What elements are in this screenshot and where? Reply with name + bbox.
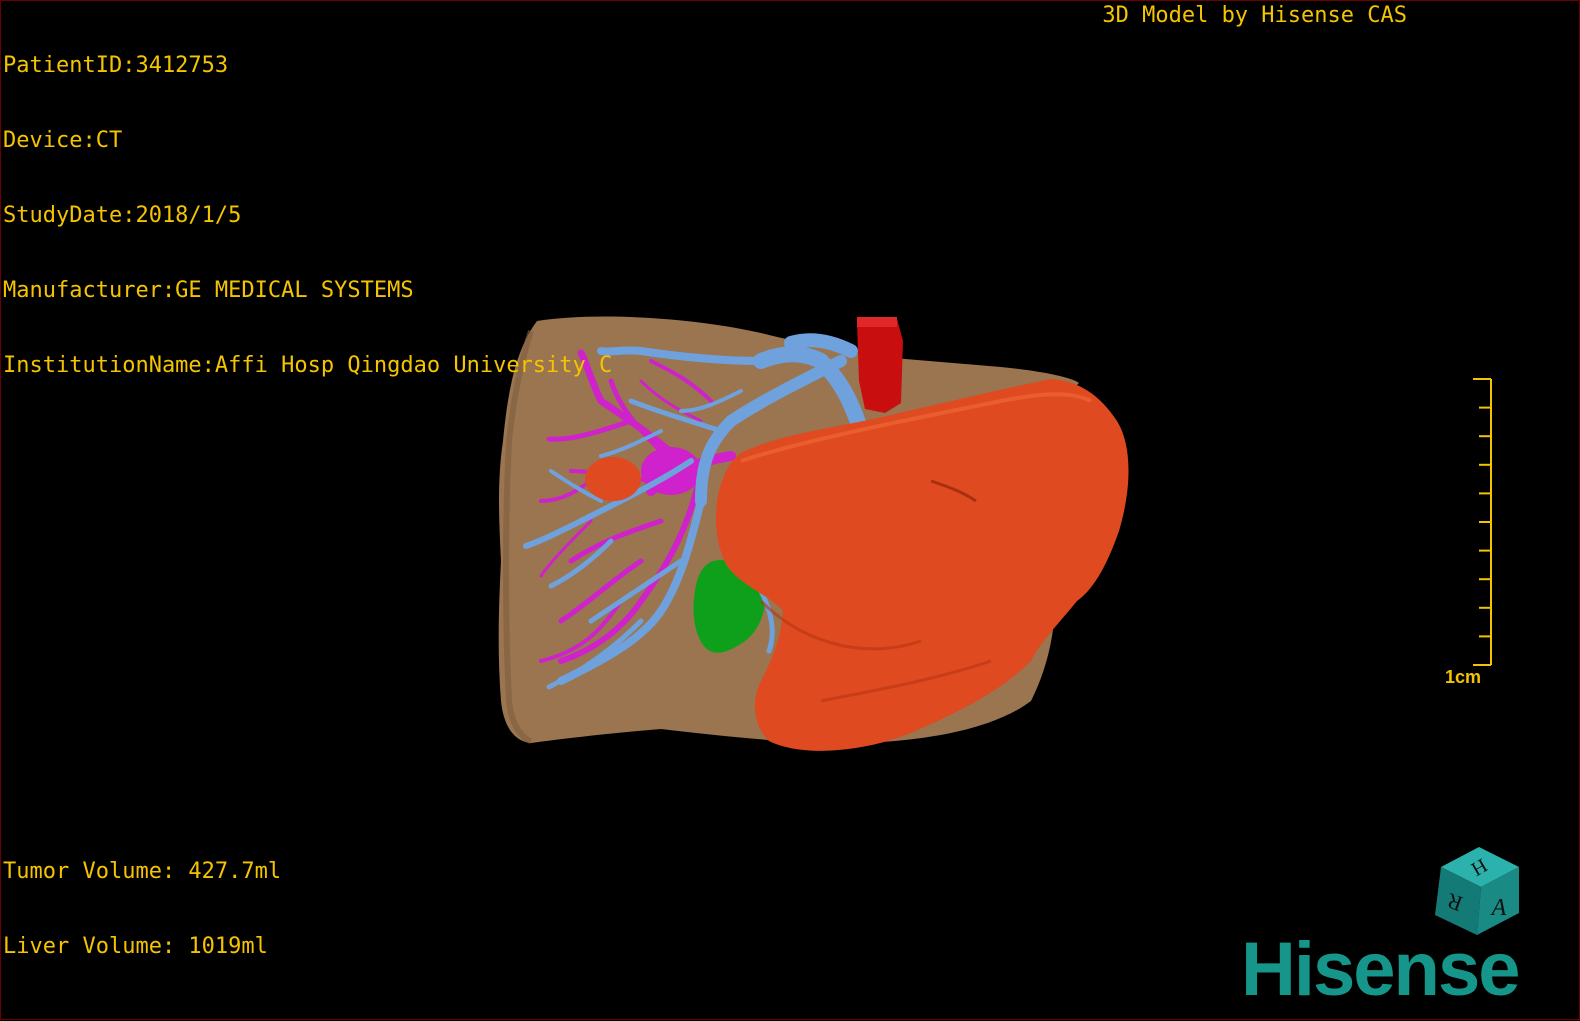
device: Device:CT xyxy=(3,128,123,153)
dicom-info-overlay: PatientID:3412753 Device:CT StudyDate:20… xyxy=(3,3,612,428)
study-date: StudyDate:2018/1/5 xyxy=(3,203,242,228)
tumor-volume: Tumor Volume: 427.7ml xyxy=(3,859,282,884)
liver-volume: Liver Volume: 1019ml xyxy=(3,934,268,959)
patient-id: PatientID:3412753 xyxy=(3,53,229,78)
manufacturer: Manufacturer:GE MEDICAL SYSTEMS xyxy=(3,278,414,303)
volume-overlay: Tumor Volume: 427.7ml Liver Volume: 1019… xyxy=(3,809,281,1009)
small-tumor xyxy=(585,457,641,501)
scale-label: 1cm xyxy=(1445,667,1482,687)
hisense-logo: Hisense xyxy=(1241,927,1520,1012)
cube-label-a: A xyxy=(1490,895,1507,921)
model-credit: 3D Model by Hisense CAS xyxy=(1102,3,1407,28)
aorta xyxy=(857,319,903,413)
institution-name: InstitutionName:Affi Hosp Qingdao Univer… xyxy=(3,353,613,378)
3d-viewport[interactable]: PatientID:3412753 Device:CT StudyDate:20… xyxy=(0,0,1580,1020)
scale-bar xyxy=(1473,378,1492,666)
